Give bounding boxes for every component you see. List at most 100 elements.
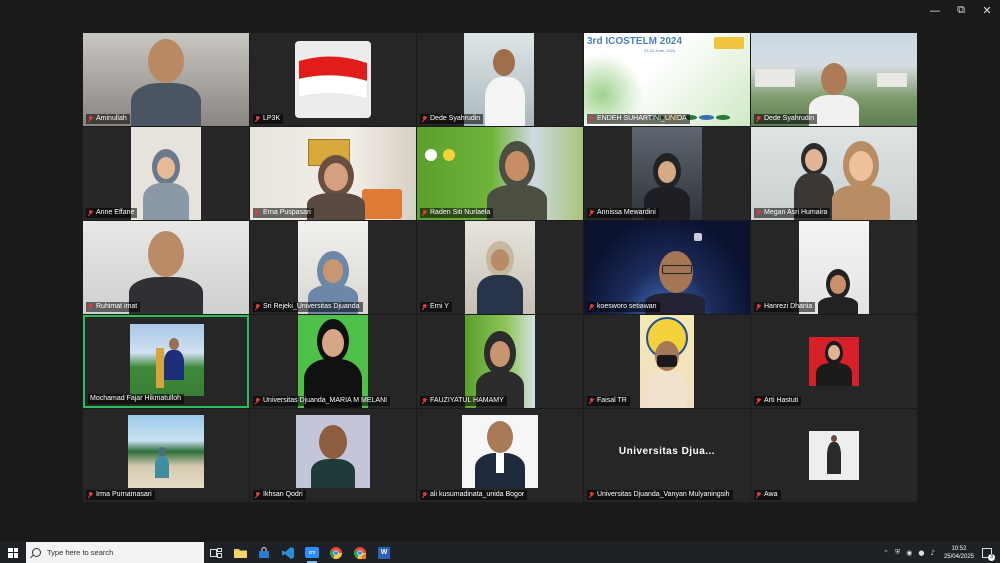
participant-tile[interactable]: Erni Y (417, 221, 583, 314)
chevron-up-icon[interactable]: ⌃ (883, 549, 889, 557)
muted-mic-icon (255, 398, 260, 404)
security-icon[interactable]: ⛨ (895, 548, 900, 557)
muted-mic-icon (88, 116, 93, 122)
muted-mic-icon (756, 492, 761, 498)
clock-time: 10:52 (951, 545, 967, 552)
participant-video (809, 431, 859, 480)
muted-mic-icon (422, 304, 427, 310)
word-button[interactable]: W (372, 542, 396, 563)
muted-mic-icon (589, 116, 594, 122)
participant-tile[interactable]: 3rd ICOSTELM 2024 23-24 June, 2024 ENDEH… (584, 33, 750, 126)
start-button[interactable] (0, 542, 26, 563)
participant-video (298, 221, 368, 314)
participant-tile[interactable]: Megan Asri Humaira (751, 127, 917, 220)
participant-tile[interactable]: LP3K (250, 33, 416, 126)
university-logo (714, 37, 744, 49)
participant-tile[interactable]: Arti Hastuti (751, 315, 917, 408)
participant-name: Arti Hastuti (754, 396, 802, 406)
file-explorer-button[interactable] (228, 542, 252, 563)
folder-icon (233, 549, 247, 558)
participant-name: Mochamad Fajar Hikmatulloh (88, 394, 185, 404)
participant-tile[interactable]: Erna Puspasari (250, 127, 416, 220)
participant-tile-active-speaker[interactable]: Mochamad Fajar Hikmatulloh (83, 315, 249, 408)
face-mask (657, 355, 677, 367)
microphone-icon[interactable]: ● (918, 549, 924, 557)
system-tray: ⌃ ⛨ ◉ ● ♪ 10:52 25/04/2025 3 (880, 542, 1000, 563)
participant-name: Awa (754, 490, 781, 500)
participant-name: Dede Syahrudin (754, 114, 818, 124)
clock-date: 25/04/2025 (943, 553, 974, 560)
clock[interactable]: 10:52 25/04/2025 (944, 545, 974, 561)
store-button[interactable] (252, 542, 276, 563)
word-icon: W (378, 546, 390, 559)
participant-video (632, 127, 702, 220)
participant-tile[interactable]: koesworo setiawan (584, 221, 750, 314)
participant-video (465, 315, 535, 408)
search-icon (32, 548, 41, 557)
participant-tile[interactable]: Sri Rejeki_Universitas Djuanda (250, 221, 416, 314)
participant-name: LP3K (253, 114, 284, 124)
participant-tile[interactable]: Dede Syahrudin (751, 33, 917, 126)
participant-tile[interactable]: Aminullah (83, 33, 249, 126)
participant-name: FAUZIYATUL HAMAMY (420, 396, 507, 406)
muted-mic-icon (88, 492, 93, 498)
muted-mic-icon (589, 304, 594, 310)
task-view-button[interactable] (204, 542, 228, 563)
participant-video (464, 33, 534, 126)
participant-video (417, 127, 583, 220)
vscode-button[interactable] (276, 542, 300, 563)
participant-tile[interactable]: Raden Siti Nurlaela (417, 127, 583, 220)
participant-tile[interactable]: Awa (751, 409, 917, 502)
participant-tile[interactable]: FAUZIYATUL HAMAMY (417, 315, 583, 408)
chrome-profile-button[interactable] (348, 542, 372, 563)
participant-tile[interactable]: Anne Effane (83, 127, 249, 220)
participant-name: ENDEH SUHARTINI_UNIDA (587, 114, 690, 124)
participant-tile[interactable]: Ikhsan Qodri (250, 409, 416, 502)
participant-name: Universitas Djuanda_Vanyan Mulyaningsih (587, 490, 733, 500)
participant-video (131, 127, 201, 220)
gallery-view: Aminullah LP3K Dede Syahrudin 3rd ICOSTE… (83, 33, 917, 502)
muted-mic-icon (88, 304, 93, 310)
volume-icon[interactable]: ♪ (931, 549, 935, 557)
participant-tile[interactable]: Irma Purnamasari (83, 409, 249, 502)
participant-tile[interactable]: Hanrezi Dhania (751, 221, 917, 314)
notification-badge: 3 (988, 553, 995, 561)
participant-video (83, 221, 249, 314)
close-button[interactable]: ✕ (974, 0, 1000, 20)
zoom-icon: zm (305, 547, 319, 558)
participant-name: Ruhimat imat (86, 302, 141, 312)
participant-video: 3rd ICOSTELM 2024 23-24 June, 2024 (584, 33, 750, 126)
notification-icon[interactable]: 3 (982, 547, 995, 561)
muted-mic-icon (756, 398, 761, 404)
trophy-icon (156, 348, 164, 388)
network-icon[interactable]: ◉ (906, 549, 912, 557)
participant-tile[interactable]: Dede Syahrudin (417, 33, 583, 126)
participant-tile[interactable]: ali kusumadinata_unida Bogor (417, 409, 583, 502)
university-logo (425, 149, 437, 161)
muted-mic-icon (255, 304, 260, 310)
store-icon (259, 546, 269, 558)
participant-name: Aminullah (86, 114, 130, 124)
participant-name: koesworo setiawan (587, 302, 660, 312)
muted-mic-icon (422, 116, 427, 122)
maximize-button[interactable]: ⧉ (948, 0, 974, 20)
participant-tile[interactable]: Universitas Djuanda_MARIA M MELANI (250, 315, 416, 408)
participant-name: Anne Effane (86, 208, 138, 218)
minimize-button[interactable]: — (922, 0, 948, 20)
muted-mic-icon (589, 398, 594, 404)
participant-tile[interactable]: Ruhimat imat (83, 221, 249, 314)
muted-mic-icon (756, 210, 761, 216)
participant-tile-no-video[interactable]: Universitas Djua... Universitas Djuanda_… (584, 409, 750, 502)
participant-tile[interactable]: Faisal TR (584, 315, 750, 408)
participant-video (130, 324, 204, 396)
participant-video (809, 337, 859, 386)
chrome-button[interactable] (324, 542, 348, 563)
participant-video (295, 41, 371, 118)
zoom-button[interactable]: zm (300, 542, 324, 563)
participant-name: Megan Asri Humaira (754, 208, 831, 218)
participant-tile[interactable]: Annissa Mewardini (584, 127, 750, 220)
muted-mic-icon (255, 210, 260, 216)
muted-mic-icon (756, 304, 761, 310)
chrome-icon (330, 546, 342, 559)
taskbar-search[interactable]: Type here to search (26, 542, 204, 563)
